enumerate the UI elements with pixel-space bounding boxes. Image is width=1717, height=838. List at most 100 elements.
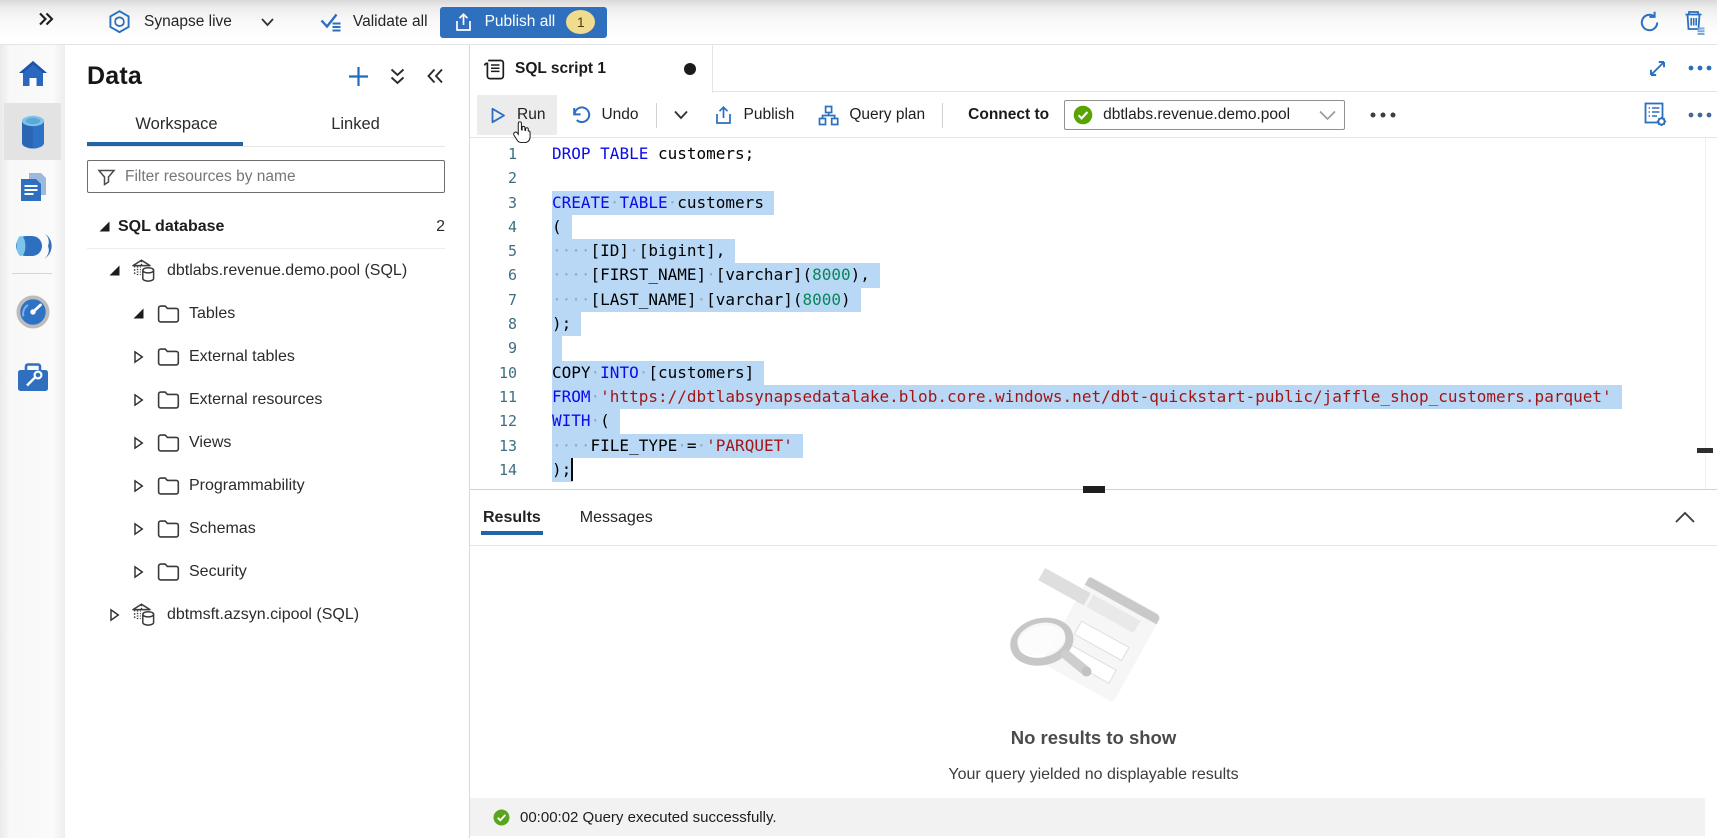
tree-item-label: External resources [189,391,322,409]
expand-panel-button[interactable] [0,0,65,44]
tree-item-security[interactable]: Security [87,550,445,593]
empty-state-title: No results to show [1011,727,1177,749]
panel-resize-grip[interactable] [1083,486,1105,493]
synapse-logo-icon [107,9,132,35]
pool-dropdown-value: dbtlabs.revenue.demo.pool [1103,106,1290,124]
tab-results[interactable]: Results [481,490,543,545]
collapse-results-chevron-up-icon[interactable] [1674,511,1696,524]
query-status-bar: 00:00:02 Query executed successfully. [470,798,1705,836]
empty-state-subtitle: Your query yielded no displayable result… [948,766,1238,784]
rail-divider [12,273,52,274]
tab-linked[interactable]: Linked [266,102,445,146]
caret-expanded-icon[interactable] [98,220,111,233]
tree-item-external-tables[interactable]: External tables [87,335,445,378]
chevron-down-icon [673,110,689,120]
discard-trash-icon[interactable] [1682,9,1707,35]
tab-sql-script-1[interactable]: SQL script 1 [470,45,713,93]
sql-code-editor[interactable]: 1234567891011121314 DROP TABLE customers… [470,138,1717,489]
publish-label: Publish [744,106,795,124]
publish-all-button[interactable]: Publish all 1 [440,7,608,38]
rail-item-data[interactable] [4,103,61,160]
tree-item-label: Security [189,563,247,581]
collapse-panel-icon[interactable] [425,67,445,85]
tree-item-label: Programmability [189,477,305,495]
rail-item-home[interactable] [4,45,61,102]
add-plus-icon[interactable] [347,65,370,88]
caret-collapsed-icon[interactable] [133,350,144,364]
run-play-icon [489,106,507,125]
scrollbar-track-edge [1705,138,1706,489]
validate-all-button[interactable]: Validate all [319,11,428,33]
tree-item-sql-database[interactable]: SQL database2 [87,205,445,248]
results-panel-header: Results Messages [470,489,1717,546]
sql-pool-icon [131,258,158,283]
tree-item-external-resources[interactable]: External resources [87,378,445,421]
toolbar-separator [942,103,943,128]
tree-item-programmability[interactable]: Programmability [87,464,445,507]
editor-toolbar: Run Undo Publish [470,93,1717,138]
editor-more-actions-icon[interactable] [1688,112,1712,118]
tree-item-dbtlabs-revenue-demo-pool-sql[interactable]: dbtlabs.revenue.demo.pool (SQL) [87,249,445,292]
double-chevron-down-icon[interactable] [389,67,406,86]
folder-icon [157,347,180,366]
line-number: 7 [470,288,517,312]
sidebar-tabs: Workspace Linked [87,102,445,147]
tree-item-schemas[interactable]: Schemas [87,507,445,550]
tree-item-label: External tables [189,348,295,366]
code-line: CREATE·TABLE·customers [552,191,1622,215]
query-plan-button[interactable]: Query plan [806,95,937,135]
refresh-icon[interactable] [1637,10,1662,35]
caret-expanded-icon[interactable] [108,264,121,277]
tree-item-label: dbtmsft.azsyn.cipool (SQL) [167,606,359,624]
caret-collapsed-icon[interactable] [109,608,120,622]
tree-item-label: Schemas [189,520,256,538]
tree-item-label: Tables [189,305,235,323]
caret-expanded-icon[interactable] [132,307,145,320]
resource-tree: SQL database2dbtlabs.revenue.demo.pool (… [87,205,445,636]
caret-collapsed-icon[interactable] [133,436,144,450]
toolbox-icon [15,362,51,394]
folder-icon [157,476,180,495]
tree-item-tables[interactable]: Tables [87,292,445,335]
line-number: 14 [470,458,517,482]
doc-tab-label: SQL script 1 [515,60,606,78]
caret-collapsed-icon[interactable] [133,522,144,536]
text-cursor [571,458,573,481]
connect-to-dropdown[interactable]: dbtlabs.revenue.demo.pool [1064,100,1345,130]
tab-messages[interactable]: Messages [578,490,655,545]
code-line: DROP TABLE customers; [552,142,1622,166]
tree-item-dbtmsft-azsyn-cipool-sql[interactable]: dbtmsft.azsyn.cipool (SQL) [87,593,445,636]
properties-panel-icon[interactable] [1644,102,1668,128]
caret-collapsed-icon[interactable] [133,565,144,579]
toolbar-more-actions-icon[interactable] [1370,112,1396,118]
publish-button[interactable]: Publish [701,95,807,135]
more-run-options-button[interactable] [661,95,701,135]
rail-item-monitor[interactable] [4,283,61,340]
mode-switcher-dropdown[interactable]: Synapse live [107,9,275,35]
line-number: 13 [470,434,517,458]
code-line: COPY·INTO·[customers] [552,361,1622,385]
line-number: 12 [470,409,517,433]
line-number: 8 [470,312,517,336]
rail-item-integrate[interactable] [4,217,61,274]
documents-icon [17,170,49,204]
tab-workspace[interactable]: Workspace [87,102,266,146]
upload-icon [453,12,474,33]
tree-item-views[interactable]: Views [87,421,445,464]
document-tabstrip: SQL script 1 [470,45,1717,93]
expand-editor-icon[interactable] [1648,59,1667,78]
caret-collapsed-icon[interactable] [133,393,144,407]
rail-item-manage[interactable] [4,349,61,406]
pipeline-icon [14,231,52,261]
code-line: ····FILE_TYPE·=·'PARQUET' [552,434,1622,458]
tab-more-actions-icon[interactable] [1688,65,1712,71]
run-button[interactable]: Run [477,95,557,135]
query-status-text: 00:00:02 Query executed successfully. [520,809,777,826]
line-number: 4 [470,215,517,239]
undo-button[interactable]: Undo [559,95,650,135]
connect-to-label: Connect to [968,106,1049,124]
sql-pool-icon [131,602,158,627]
filter-resources-input[interactable] [125,168,435,186]
caret-collapsed-icon[interactable] [133,479,144,493]
rail-item-develop[interactable] [4,158,61,215]
